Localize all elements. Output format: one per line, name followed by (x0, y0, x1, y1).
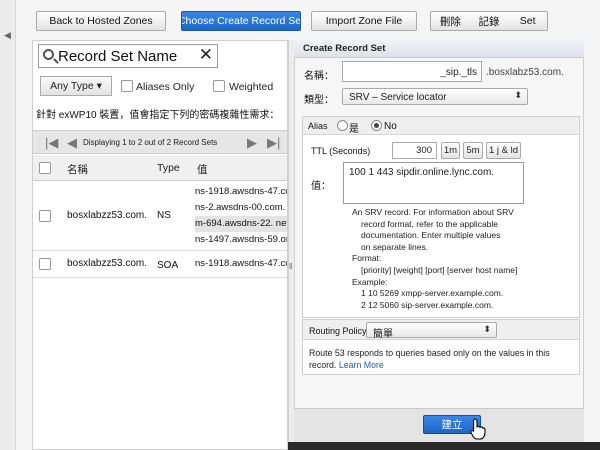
splitter-grip-icon[interactable]: ‖ (289, 262, 292, 271)
select-arrows-icon: ⬍ (514, 90, 522, 100)
ttl-1m-button[interactable]: 1m (441, 142, 460, 159)
next-page-icon[interactable]: ▶ (247, 135, 257, 151)
table-header: 名稱 Type 值 (33, 155, 287, 181)
aliases-only-label: Aliases Only (136, 81, 195, 93)
alias-no-label: No (384, 121, 397, 132)
row-checkbox[interactable] (39, 210, 51, 222)
record-value-line: ns-2.awsdns-00.com. (195, 202, 286, 213)
domain-suffix: .bosxlabz53.com. (486, 67, 564, 78)
record-name: bosxlabzz53.com. (67, 258, 148, 269)
value-label: 值： (311, 181, 331, 192)
type-label: 類型： (304, 95, 334, 106)
help-line: Example: (352, 276, 388, 287)
alias-label: Alias (308, 121, 328, 131)
select-all-checkbox[interactable] (39, 162, 51, 174)
create-record-set-header: Create Record Set (294, 40, 584, 58)
last-page-icon[interactable]: ▶| (267, 135, 280, 151)
ttl-value: 300 (416, 145, 432, 156)
record-name: bosxlabzz53.com. (67, 210, 148, 221)
record-type: NS (157, 210, 171, 221)
record-type: SOA (157, 260, 179, 271)
ttl-1d-button[interactable]: 1 j & ld (486, 142, 521, 159)
help-line: [priority] [weight] [port] [server host … (361, 264, 518, 275)
row-checkbox[interactable] (39, 258, 51, 270)
record-values: ns-1918.awsdns-47.com ns-2.awsdns-00.com… (195, 184, 287, 248)
record-value-line: ns-1918.awsdns-47.com (195, 186, 287, 197)
delete-record-set-button[interactable]: 刪除 記錄 Set (430, 11, 548, 31)
routing-policy-value: 簡單 (373, 329, 393, 340)
alias-no-radio[interactable] (371, 120, 382, 131)
alias-yes-label: 是 (349, 124, 359, 135)
clear-search-icon[interactable]: ✕ (199, 45, 213, 65)
record-value-line: m-694.awsdns-22. net. (195, 216, 287, 232)
help-line: on separate lines. (361, 241, 429, 252)
record-value-line: ns-1497.awsdns-59.org (195, 234, 287, 245)
routing-policy-description: Route 53 responds to queries based only … (309, 348, 575, 371)
help-line: documentation. Enter multiple values (361, 230, 501, 241)
panel-title: Create Record Set (303, 43, 386, 54)
back-to-hosted-zones-button[interactable]: Back to Hosted Zones (36, 11, 166, 31)
help-line: record format, refer to the applicable (361, 218, 499, 229)
column-value[interactable]: 值 (197, 162, 208, 177)
pagination-bar: |◀ ◀ Displaying 1 to 2 out of 2 Record S… (33, 130, 287, 154)
delete-label-part-2: 記錄 (478, 15, 500, 28)
create-record-set-button[interactable]: Choose Create Record Set (181, 11, 301, 31)
select-arrows-icon: ⬍ (483, 324, 491, 334)
column-type[interactable]: Type (157, 162, 180, 174)
weighted-checkbox[interactable] (213, 80, 225, 92)
record-type-value: SRV – Service locator (349, 92, 447, 103)
alias-yes-radio[interactable] (337, 120, 348, 131)
record-value-textarea[interactable]: 100 1 443 sipdir.online.lync.com. (343, 162, 524, 204)
routing-policy-select[interactable]: 簡單 ⬍ (366, 322, 497, 340)
help-line: 2 12 5060 sip-server.example.com. (361, 299, 494, 310)
record-values: ns-1918.awsdns-47.co (195, 256, 287, 272)
ttl-input[interactable]: 300 (392, 142, 437, 159)
help-line: Format: (352, 253, 382, 264)
table-row[interactable]: bosxlabzz53.com. NS ns-1918.awsdns-47.co… (33, 181, 287, 251)
record-name-input[interactable]: _sip._tls (342, 61, 482, 82)
column-name[interactable]: 名稱 (67, 162, 88, 177)
first-page-icon[interactable]: |◀ (45, 135, 58, 151)
collapse-left-icon[interactable]: ◀ (4, 30, 11, 41)
record-set-search-input[interactable]: Record Set Name ✕ (38, 44, 218, 68)
ttl-5m-button[interactable]: 5m (463, 142, 483, 159)
record-value-line: ns-1918.awsdns-47.co (195, 258, 287, 269)
weighted-label: Weighted (229, 81, 274, 93)
aliases-only-checkbox[interactable] (121, 80, 133, 92)
requirement-text: 針對 exWP10 裝置，值會指定下列的密碼複雜性需求： (36, 110, 280, 121)
ttl-label: TTL (Seconds) (311, 146, 371, 156)
delete-label-part-1: 刪除 (439, 15, 461, 28)
record-type-select[interactable]: SRV – Service locator ⬍ (342, 88, 528, 105)
srv-help-text: An SRV record. For information about SRV… (352, 207, 532, 311)
search-icon (43, 49, 54, 60)
prev-page-icon[interactable]: ◀ (67, 135, 77, 151)
import-zone-file-button[interactable]: Import Zone File (311, 11, 417, 31)
pagination-text: Displaying 1 to 2 out of 2 Record Sets (83, 138, 218, 147)
type-filter-dropdown[interactable]: Any Type ▾ (40, 76, 112, 96)
routing-policy-label: Routing Policy (309, 326, 367, 336)
hand-cursor-icon (470, 418, 486, 440)
help-line: An SRV record. For information about SRV (352, 207, 514, 217)
name-label: 名稱： (304, 71, 334, 82)
search-value: Record Set Name (58, 48, 178, 65)
left-collapse-strip[interactable] (0, 0, 16, 450)
table-row[interactable]: bosxlabzz53.com. SOA ns-1918.awsdns-47.c… (33, 251, 287, 278)
delete-label-part-3: Set (519, 15, 536, 27)
bottom-edge-bar (288, 442, 600, 450)
learn-more-link[interactable]: Learn More (339, 360, 384, 370)
help-line: 1 10 5269 xmpp-server.example.com. (361, 288, 504, 299)
record-name-value: _sip._tls (440, 67, 477, 78)
